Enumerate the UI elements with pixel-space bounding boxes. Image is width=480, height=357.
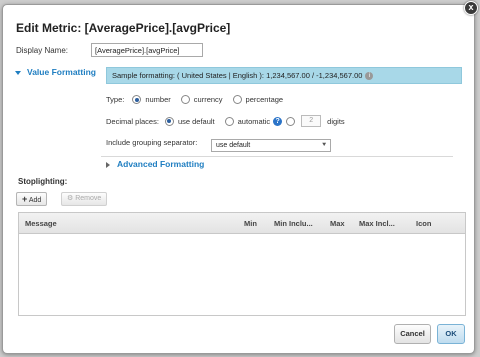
- decimal-places-label: Decimal places:: [106, 116, 159, 126]
- advanced-formatting-label: Advanced Formatting: [117, 159, 205, 169]
- digits-label: digits: [327, 116, 345, 126]
- gear-icon: ⚙: [67, 195, 74, 202]
- chevron-down-icon: ⯆: [321, 142, 327, 149]
- radio-icon[interactable]: [232, 95, 242, 104]
- advanced-formatting-toggle[interactable]: Advanced Formatting: [106, 159, 204, 169]
- grouping-separator-select[interactable]: use default ⯆: [211, 139, 331, 152]
- cancel-button[interactable]: Cancel: [394, 324, 431, 344]
- sample-formatting-bar: Sample formatting: ( United States | Eng…: [106, 67, 462, 84]
- stoplighting-table: Message Min Min Inclu... Max Max Incl...…: [18, 212, 466, 316]
- type-option-percentage[interactable]: percentage: [232, 95, 284, 104]
- help-icon[interactable]: ?: [273, 116, 283, 126]
- type-option-number[interactable]: number: [132, 95, 171, 104]
- decimal-option-label: use default: [177, 116, 215, 126]
- column-header-message[interactable]: Message: [25, 213, 57, 234]
- decimal-option-use-default[interactable]: use default: [164, 116, 215, 126]
- radio-selected-icon[interactable]: [132, 95, 142, 104]
- digits-input[interactable]: 2: [301, 115, 322, 127]
- add-button-label: Add: [28, 197, 42, 204]
- type-option-label: number: [145, 95, 171, 104]
- column-header-min[interactable]: Min: [244, 213, 257, 234]
- decimal-option-custom[interactable]: [286, 116, 299, 126]
- remove-button-label: Remove: [75, 195, 102, 202]
- column-header-max[interactable]: Max: [330, 213, 345, 234]
- type-label: Type:: [106, 95, 125, 104]
- type-option-label: currency: [193, 95, 223, 104]
- section-divider: [101, 156, 453, 157]
- value-formatting-label: Value Formatting: [27, 67, 96, 77]
- decimal-option-automatic[interactable]: automatic?: [224, 116, 283, 126]
- expand-arrow-icon: [106, 161, 110, 168]
- radio-icon[interactable]: [224, 116, 234, 126]
- column-header-icon[interactable]: Icon: [416, 213, 431, 234]
- decimal-places-row: Decimal places: use default automatic? 2…: [106, 115, 345, 127]
- add-button[interactable]: + Add: [16, 192, 48, 206]
- type-option-currency[interactable]: currency: [180, 95, 223, 104]
- column-header-min-inclusive[interactable]: Min Inclu...: [274, 213, 313, 234]
- dialog-title: Edit Metric: [AveragePrice].[avgPrice]: [16, 21, 231, 35]
- grouping-separator-value: use default: [216, 142, 251, 149]
- ok-button[interactable]: OK: [437, 324, 465, 344]
- table-body: [19, 234, 465, 316]
- info-icon[interactable]: i: [365, 72, 374, 81]
- close-icon[interactable]: x: [464, 1, 478, 15]
- radio-icon[interactable]: [286, 116, 296, 126]
- decimal-option-label: automatic: [237, 116, 271, 126]
- plus-icon: +: [22, 194, 28, 204]
- radio-selected-icon[interactable]: [164, 116, 174, 126]
- type-row: Type: number currency percentage: [106, 95, 293, 104]
- table-header: Message Min Min Inclu... Max Max Incl...…: [19, 213, 465, 234]
- type-option-label: percentage: [245, 95, 284, 104]
- stoplighting-label: Stoplighting:: [18, 177, 68, 186]
- display-name-label: Display Name:: [16, 46, 69, 55]
- radio-icon[interactable]: [180, 95, 190, 104]
- display-name-field[interactable]: [AveragePrice].[avgPrice]: [91, 43, 203, 57]
- collapse-arrow-icon: [15, 70, 21, 75]
- edit-metric-dialog: Edit Metric: [AveragePrice].[avgPrice] D…: [2, 4, 475, 354]
- sample-formatting-text: Sample formatting: ( United States | Eng…: [112, 71, 363, 80]
- remove-button[interactable]: ⚙ Remove: [61, 192, 108, 206]
- grouping-separator-label: Include grouping separator:: [106, 138, 198, 147]
- value-formatting-toggle[interactable]: Value Formatting: [15, 67, 96, 77]
- column-header-max-inclusive[interactable]: Max Incl...: [359, 213, 395, 234]
